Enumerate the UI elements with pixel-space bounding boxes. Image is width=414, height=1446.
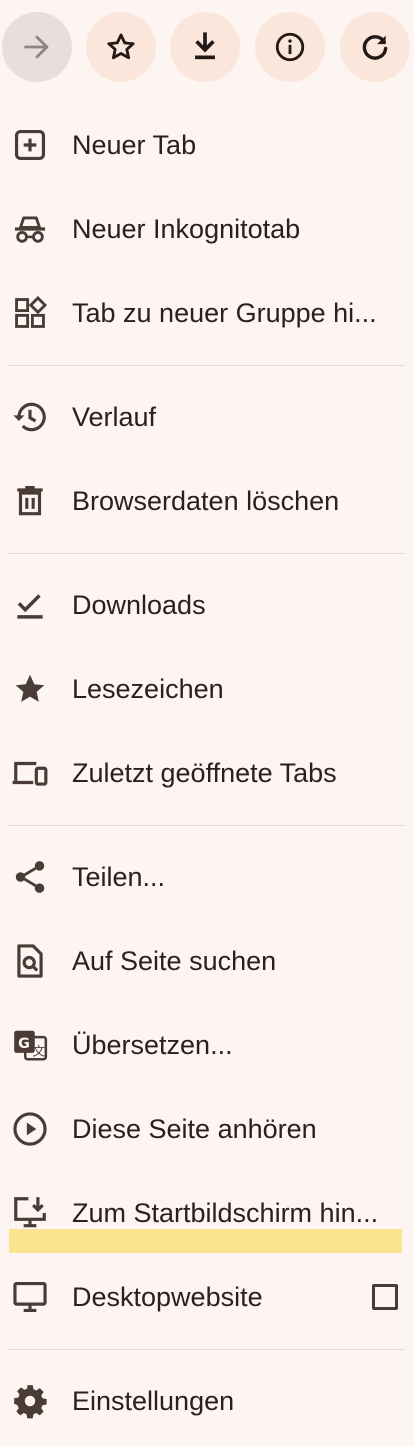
menu-divider xyxy=(9,1349,405,1350)
share-icon xyxy=(10,857,50,897)
menu-item-label: Übersetzen... xyxy=(72,1030,233,1060)
highlight-marker xyxy=(9,1229,402,1253)
bookmark-button[interactable] xyxy=(86,12,156,82)
menu-item-label: Lesezeichen xyxy=(72,674,224,704)
menu-divider xyxy=(9,365,405,366)
menu-divider xyxy=(9,553,405,554)
download-done-icon xyxy=(10,585,50,625)
tab-group-icon xyxy=(10,293,50,333)
refresh-icon xyxy=(362,35,388,60)
incognito-icon xyxy=(10,209,50,249)
trash-icon xyxy=(10,481,50,521)
menu-item-label: Browserdaten löschen xyxy=(72,486,340,516)
install-desktop-icon xyxy=(10,1193,50,1233)
menu-item-settings[interactable]: Einstellungen xyxy=(0,1359,414,1443)
desktop-icon xyxy=(10,1277,50,1317)
history-icon xyxy=(10,397,50,437)
menu-item-downloads[interactable]: Downloads xyxy=(0,563,414,647)
menu-item-label: Einstellungen xyxy=(72,1386,235,1416)
menu-item-clear-browsing-data[interactable]: Browserdaten löschen xyxy=(0,459,414,543)
page-info-button[interactable] xyxy=(255,12,325,82)
menu-toolbar xyxy=(0,0,414,96)
menu-item-label: Zum Startbildschirm hin... xyxy=(72,1198,379,1228)
forward-button[interactable] xyxy=(2,12,72,82)
star-outline-icon xyxy=(107,33,135,60)
find-in-page-icon xyxy=(10,941,50,981)
menu-item-label: Auf Seite suchen xyxy=(72,946,277,976)
gear-icon xyxy=(10,1381,50,1421)
menu-item-desktop-site[interactable]: Desktopwebsite xyxy=(0,1255,414,1339)
menu-item-share[interactable]: Teilen... xyxy=(0,835,414,919)
menu-item-label: Diese Seite anhören xyxy=(72,1114,317,1144)
menu-item-translate[interactable]: G文 Übersetzen... xyxy=(0,1003,414,1087)
arrow-right-icon xyxy=(24,35,49,59)
svg-text:G: G xyxy=(18,1036,30,1052)
translate-icon: G文 xyxy=(10,1025,50,1065)
devices-icon xyxy=(10,753,50,793)
menu-item-label: Verlauf xyxy=(72,402,157,432)
download-icon xyxy=(195,32,215,60)
menu-item-new-tab[interactable]: Neuer Tab xyxy=(0,103,414,187)
menu-item-label: Neuer Tab xyxy=(72,130,197,160)
menu-item-label: Teilen... xyxy=(72,862,166,892)
menu-item-find-in-page[interactable]: Auf Seite suchen xyxy=(0,919,414,1003)
menu-item-add-tab-to-group[interactable]: Tab zu neuer Gruppe hi... xyxy=(0,271,414,355)
menu-item-label: Tab zu neuer Gruppe hi... xyxy=(72,298,377,328)
menu-item-label: Zuletzt geöffnete Tabs xyxy=(72,758,337,788)
desktop-site-checkbox[interactable] xyxy=(372,1284,398,1310)
menu-item-listen-to-page[interactable]: Diese Seite anhören xyxy=(0,1087,414,1171)
menu-divider xyxy=(9,825,405,826)
menu-item-label: Downloads xyxy=(72,590,206,620)
menu-item-bookmarks[interactable]: Lesezeichen xyxy=(0,647,414,731)
play-circle-icon xyxy=(10,1109,50,1149)
star-filled-icon xyxy=(10,669,50,709)
reload-button[interactable] xyxy=(340,12,410,82)
info-icon xyxy=(275,32,305,62)
menu-item-new-incognito-tab[interactable]: Neuer Inkognitotab xyxy=(0,187,414,271)
menu-item-label: Desktopwebsite xyxy=(72,1282,263,1312)
download-button[interactable] xyxy=(170,12,240,82)
new-tab-icon xyxy=(10,125,50,165)
menu-item-label: Neuer Inkognitotab xyxy=(72,214,301,244)
menu-item-recent-tabs[interactable]: Zuletzt geöffnete Tabs xyxy=(0,731,414,815)
menu-item-history[interactable]: Verlauf xyxy=(0,375,414,459)
svg-text:文: 文 xyxy=(32,1043,45,1058)
